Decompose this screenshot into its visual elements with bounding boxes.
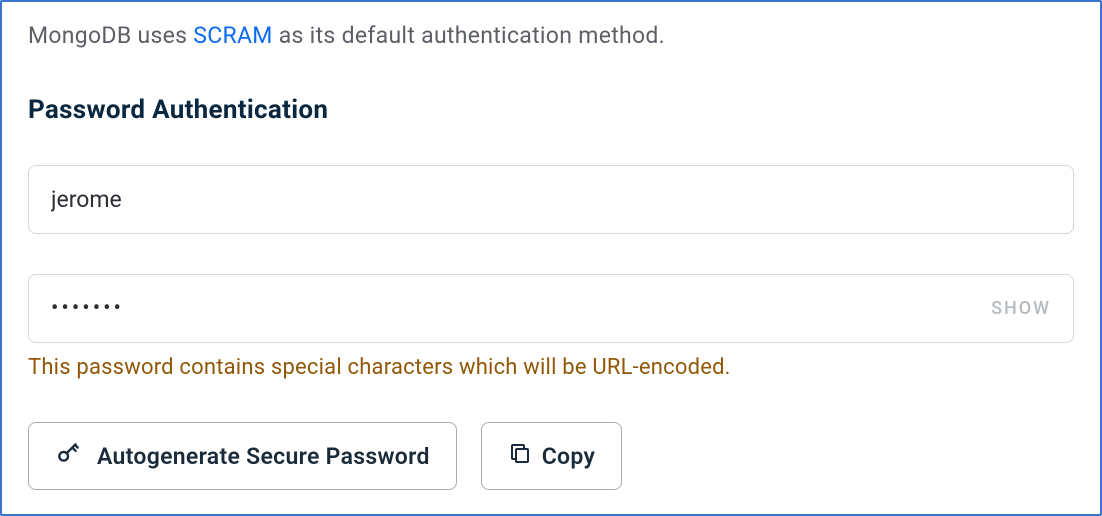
autogenerate-button[interactable]: Autogenerate Secure Password xyxy=(28,422,457,490)
key-icon xyxy=(55,440,81,472)
auth-panel: MongoDB uses SCRAM as its default authen… xyxy=(0,0,1102,516)
intro-prefix: MongoDB uses xyxy=(28,22,193,49)
password-warning: This password contains special character… xyxy=(28,355,1074,380)
intro-suffix: as its default authentication method. xyxy=(273,22,665,49)
username-input-wrap xyxy=(28,165,1074,234)
copy-label: Copy xyxy=(542,443,596,470)
scram-link[interactable]: SCRAM xyxy=(193,22,272,49)
show-password-button[interactable]: SHOW xyxy=(991,298,1051,319)
password-masked[interactable]: ••••••• xyxy=(51,296,991,321)
intro-text: MongoDB uses SCRAM as its default authen… xyxy=(28,22,1074,49)
copy-icon xyxy=(508,441,532,471)
copy-button[interactable]: Copy xyxy=(481,422,623,490)
password-input-wrap: ••••••• SHOW xyxy=(28,274,1074,343)
section-heading: Password Authentication xyxy=(28,95,1074,125)
autogenerate-label: Autogenerate Secure Password xyxy=(97,443,430,470)
username-input[interactable] xyxy=(51,186,1051,213)
button-row: Autogenerate Secure Password Copy xyxy=(28,422,1074,490)
